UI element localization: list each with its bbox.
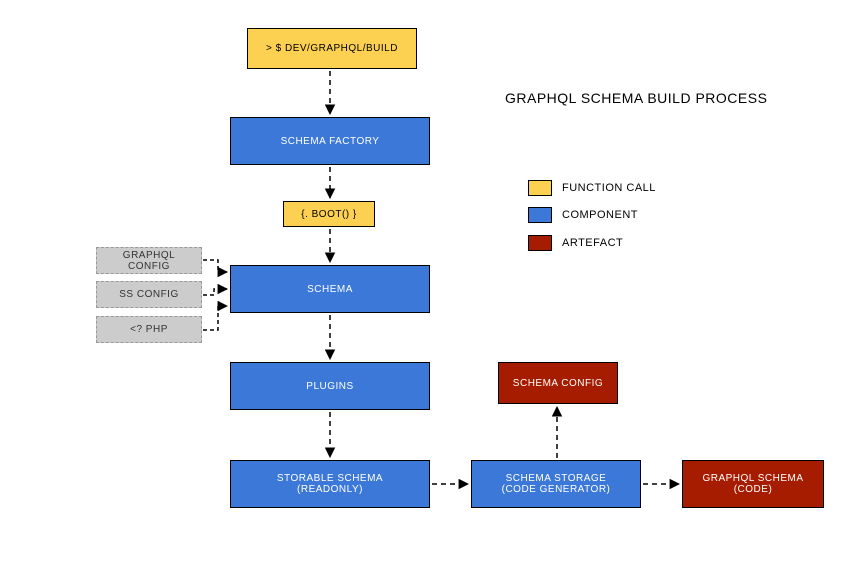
node-schema-config: SCHEMA CONFIG bbox=[498, 362, 618, 404]
diagram-title: GRAPHQL SCHEMA BUILD PROCESS bbox=[505, 90, 767, 106]
node-graphql-schema-code: GRAPHQL SCHEMA (CODE) bbox=[682, 460, 824, 508]
node-graphql-config: GRAPHQL CONFIG bbox=[96, 247, 202, 274]
node-schema-factory: SCHEMA FACTORY bbox=[230, 117, 430, 165]
node-dev-build: > $ DEV/GRAPHQL/BUILD bbox=[247, 28, 417, 69]
legend-swatch-function-call bbox=[528, 180, 552, 196]
node-schema: SCHEMA bbox=[230, 265, 430, 313]
node-ss-config: SS CONFIG bbox=[96, 281, 202, 308]
node-schema-storage: SCHEMA STORAGE (CODE GENERATOR) bbox=[471, 460, 641, 508]
node-boot: {. BOOT() } bbox=[283, 201, 375, 227]
node-plugins: PLUGINS bbox=[230, 362, 430, 410]
legend-label-component: COMPONENT bbox=[562, 209, 638, 221]
legend-label-function-call: FUNCTION CALL bbox=[562, 182, 656, 194]
node-storable-schema: STORABLE SCHEMA (READONLY) bbox=[230, 460, 430, 508]
node-php-config: <? PHP bbox=[96, 316, 202, 343]
legend-label-artefact: ARTEFACT bbox=[562, 237, 623, 249]
legend-swatch-component bbox=[528, 207, 552, 223]
legend-swatch-artefact bbox=[528, 235, 552, 251]
